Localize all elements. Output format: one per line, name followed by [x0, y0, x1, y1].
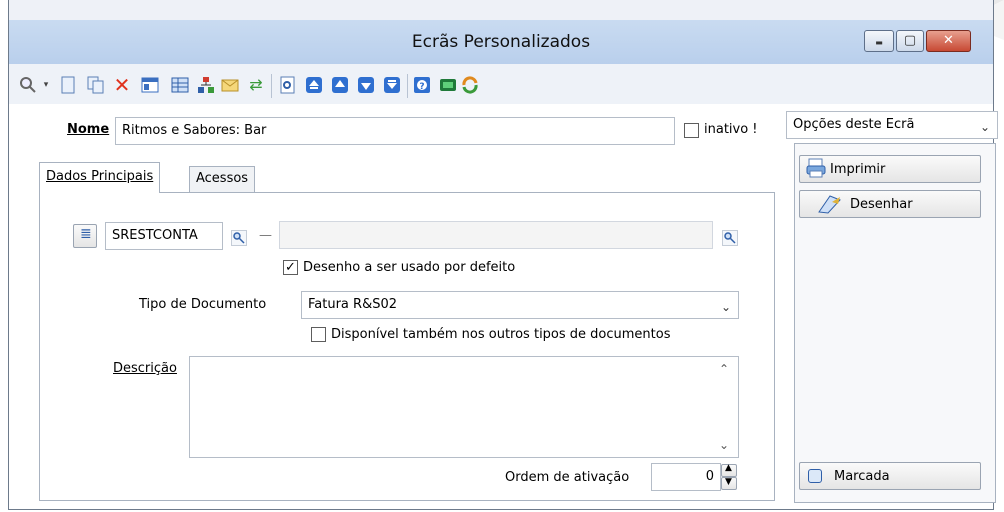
maximize-icon: ▢ — [903, 33, 917, 48]
sync-icon[interactable] — [461, 76, 479, 94]
properties-icon[interactable] — [141, 76, 159, 94]
printer-icon — [806, 158, 826, 182]
copy-icon[interactable] — [87, 76, 105, 94]
options-dropdown-label: Opções deste Ecrã — [793, 117, 915, 132]
marcada-button[interactable]: Marcada — [799, 462, 981, 490]
refresh-icon[interactable]: ⇄ — [247, 76, 265, 94]
options-dropdown[interactable]: Opções deste Ecrã ⌄ — [786, 111, 998, 139]
marcada-label: Marcada — [834, 469, 890, 484]
last-record-icon[interactable] — [383, 76, 401, 94]
draw-icon — [818, 194, 842, 218]
list-icon: ≣ — [80, 226, 92, 242]
ordem-input[interactable]: 0 — [651, 463, 721, 491]
svg-text:?: ? — [419, 82, 424, 92]
next-record-icon[interactable] — [357, 76, 375, 94]
new-document-icon[interactable] — [59, 76, 77, 94]
previous-record-icon[interactable] — [331, 76, 349, 94]
preview-icon[interactable] — [279, 76, 297, 94]
imprimir-button[interactable]: Imprimir — [799, 155, 981, 183]
chevron-down-icon: ⌄ — [979, 120, 991, 134]
tab-label: Dados Principais — [46, 169, 154, 184]
tipo-documento-value: Fatura R&S02 — [308, 297, 397, 312]
toolbar-separator — [271, 74, 272, 98]
chevron-down-icon: ⌄ — [720, 300, 732, 314]
delete-icon[interactable]: ✕ — [113, 75, 131, 95]
desenhar-label: Desenhar — [850, 197, 913, 212]
tab-dados-principais[interactable]: Dados Principais — [39, 162, 161, 193]
email-icon[interactable] — [221, 76, 239, 94]
chevron-up-icon: ▲ — [725, 463, 732, 473]
minimize-icon: ▬ — [875, 38, 883, 47]
disponivel-checkbox[interactable] — [311, 327, 326, 342]
descricao-textarea[interactable] — [189, 356, 739, 458]
maximize-button[interactable]: ▢ — [896, 30, 924, 52]
application-window: Ecrãs Personalizados ▬ ▢ ✕ ▾ ✕ ⇄ ? Nome … — [8, 0, 998, 510]
inativo-checkbox[interactable] — [684, 123, 699, 138]
disponivel-label: Disponível também nos outros tipos de do… — [331, 327, 671, 342]
search-dropdown-icon[interactable]: ▾ — [37, 76, 55, 94]
imprimir-label: Imprimir — [830, 162, 886, 177]
list-icon-button[interactable]: ≣ — [73, 224, 97, 248]
chevron-down-icon: ▼ — [725, 477, 732, 487]
window-title: Ecrãs Personalizados — [411, 32, 591, 52]
close-button[interactable]: ✕ — [926, 30, 971, 52]
code-lookup-icon[interactable] — [231, 230, 247, 246]
scroll-down-icon[interactable]: ⌄ — [719, 438, 729, 452]
check-icon: ✓ — [285, 260, 296, 275]
nome-input[interactable]: Ritmos e Sabores: Bar — [115, 117, 675, 145]
code-input[interactable]: SRESTCONTA — [105, 222, 223, 250]
ordem-label: Ordem de ativação — [505, 470, 630, 485]
code-separator: — — [259, 228, 272, 243]
marker-icon — [808, 469, 822, 483]
ordem-decrement-button[interactable]: ▼ — [721, 477, 737, 490]
help-icon[interactable]: ? — [413, 76, 431, 94]
toolbar: ▾ ✕ ⇄ ? — [9, 64, 993, 104]
tipo-documento-select[interactable]: Fatura R&S02 ⌄ — [301, 291, 739, 319]
table-icon[interactable] — [171, 76, 189, 94]
online-icon[interactable] — [439, 76, 457, 94]
first-record-icon[interactable] — [305, 76, 323, 94]
toolbar-separator — [407, 74, 408, 98]
inativo-label: inativo ! — [704, 122, 758, 137]
ordem-increment-button[interactable]: ▲ — [721, 463, 737, 477]
description-lookup-icon[interactable] — [722, 230, 738, 246]
close-icon: ✕ — [943, 33, 954, 48]
tab-label: Acessos — [196, 171, 249, 186]
nome-label: Nome — [67, 122, 110, 137]
descricao-label: Descrição — [113, 361, 177, 376]
code-description-input — [279, 221, 713, 249]
scroll-up-icon[interactable]: ⌃ — [719, 362, 729, 376]
desenhar-button[interactable]: Desenhar — [799, 190, 981, 218]
structure-icon[interactable] — [197, 76, 215, 94]
tab-acessos[interactable]: Acessos — [189, 166, 256, 192]
minimize-button[interactable]: ▬ — [864, 30, 894, 52]
tipo-documento-label: Tipo de Documento — [139, 297, 267, 312]
default-design-checkbox[interactable]: ✓ — [283, 260, 298, 275]
search-icon[interactable] — [19, 76, 37, 94]
default-design-label: Desenho a ser usado por defeito — [303, 260, 516, 275]
